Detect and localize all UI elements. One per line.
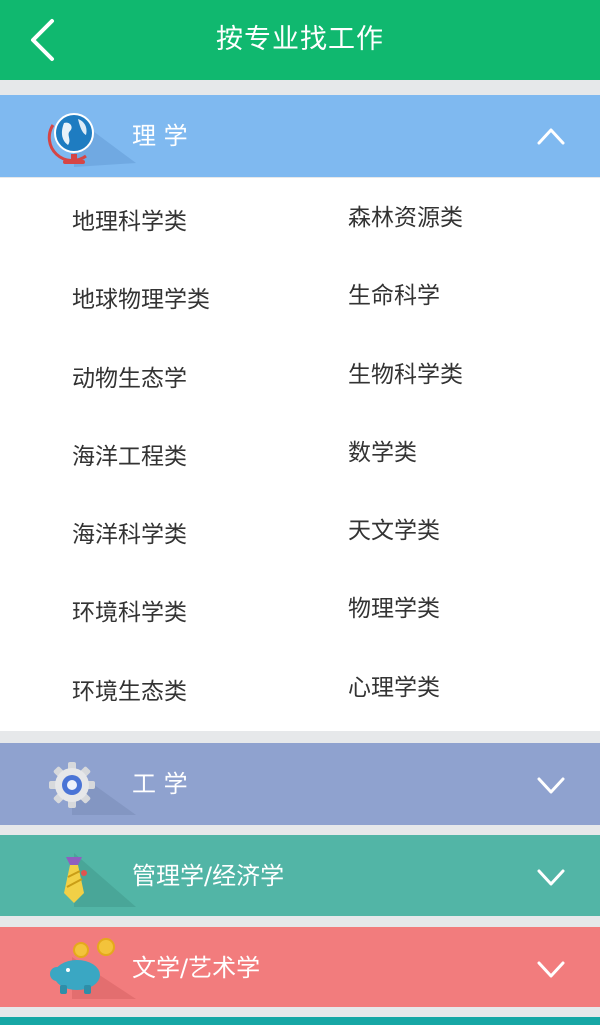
category-label-engineering: 工 学 — [132, 770, 188, 798]
chevron-down-icon — [537, 777, 565, 794]
back-button[interactable] — [18, 16, 66, 64]
category-header-science[interactable]: 理 学 — [0, 95, 600, 177]
category-header-management[interactable]: 管理学/经济学 — [0, 835, 600, 916]
subcategory-item[interactable]: 海洋科学类 — [72, 515, 187, 549]
subcategory-item[interactable]: 生物科学类 — [348, 355, 463, 389]
science-subcategory-list: 地理科学类 地球物理学类 动物生态学 海洋工程类 海洋科学类 环境科学类 环境生… — [0, 178, 600, 731]
chevron-left-icon — [31, 19, 54, 61]
subcategory-item[interactable]: 海洋工程类 — [72, 437, 187, 471]
piggy-bank-icon — [50, 938, 136, 999]
category-header-arts[interactable]: 文学/艺术学 — [0, 927, 600, 1007]
subcategory-item[interactable]: 物理学类 — [348, 589, 440, 623]
tie-icon — [64, 853, 136, 907]
subcategory-item[interactable]: 心理学类 — [348, 668, 440, 702]
subcategory-item[interactable]: 森林资源类 — [348, 198, 463, 232]
chevron-down-icon — [537, 869, 565, 886]
gear-icon — [49, 762, 136, 815]
subcategory-item[interactable]: 地球物理学类 — [72, 280, 210, 314]
top-app-bar: 按专业找工作 — [0, 0, 600, 80]
category-label-arts: 文学/艺术学 — [132, 954, 261, 982]
category-label-science: 理 学 — [132, 122, 188, 150]
chevron-up-icon — [537, 128, 565, 145]
chevron-down-icon — [537, 961, 565, 978]
next-category-header-edge — [0, 1017, 600, 1025]
subcategory-item[interactable]: 天文学类 — [348, 511, 440, 545]
subcategory-item[interactable]: 数学类 — [348, 433, 417, 467]
category-header-engineering[interactable]: 工 学 — [0, 743, 600, 825]
page-title: 按专业找工作 — [216, 24, 384, 55]
subcategory-item[interactable]: 动物生态学 — [72, 359, 187, 393]
globe-icon — [47, 113, 136, 167]
category-label-management: 管理学/经济学 — [132, 862, 285, 890]
subcategory-item[interactable]: 环境科学类 — [72, 593, 187, 627]
subcategory-item[interactable]: 环境生态类 — [72, 672, 187, 706]
subcategory-item[interactable]: 生命科学 — [348, 276, 440, 310]
subcategory-item[interactable]: 地理科学类 — [72, 202, 187, 236]
